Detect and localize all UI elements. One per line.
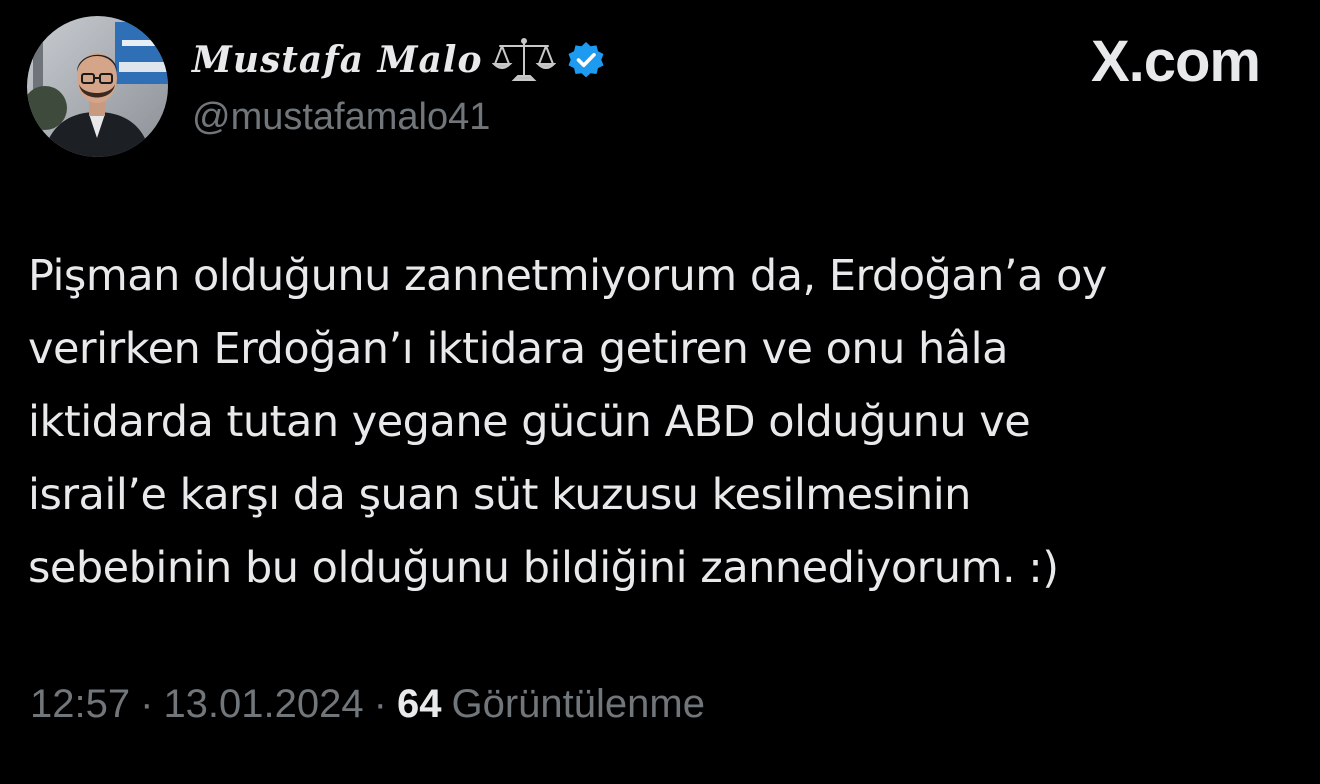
views-count[interactable]: 64 xyxy=(397,682,442,727)
tweet-text-line: israil’e karşı da şuan süt kuzusu kesilm… xyxy=(28,470,971,520)
tweet-text-line: Pişman olduğunu zannetmiyorum da, Erdoğa… xyxy=(28,251,1107,301)
verified-badge-icon[interactable] xyxy=(566,40,606,80)
tweet-meta: 12:57 · 13.01.2024 · 64 Görüntülenme xyxy=(30,682,705,727)
avatar-photo xyxy=(27,16,168,157)
avatar[interactable] xyxy=(27,16,168,157)
tweet-date[interactable]: 13.01.2024 xyxy=(163,682,363,727)
tweet-text-line: verirken Erdoğan’ı iktidara getiren ve o… xyxy=(28,324,1008,374)
tweet-text: Pişman olduğunu zannetmiyorum da, Erdoğa… xyxy=(28,240,1298,605)
views-label[interactable]: Görüntülenme xyxy=(451,682,704,727)
tweet-time[interactable]: 12:57 xyxy=(30,682,130,727)
author-display-name[interactable]: Mustafa Malo xyxy=(192,39,482,81)
meta-separator: · xyxy=(373,682,387,726)
author-handle[interactable]: @mustafamalo41 xyxy=(192,96,490,139)
site-brand-logo: X.com xyxy=(1090,29,1261,94)
meta-separator: · xyxy=(140,682,154,726)
tweet-text-line: iktidarda tutan yegane gücün ABD olduğun… xyxy=(28,397,1031,447)
tweet-text-line: sebebinin bu olduğunu bildiğini zannediy… xyxy=(28,543,1059,593)
scales-of-justice-icon xyxy=(492,36,557,84)
author-display-name-row[interactable]: Mustafa Malo xyxy=(192,32,606,88)
